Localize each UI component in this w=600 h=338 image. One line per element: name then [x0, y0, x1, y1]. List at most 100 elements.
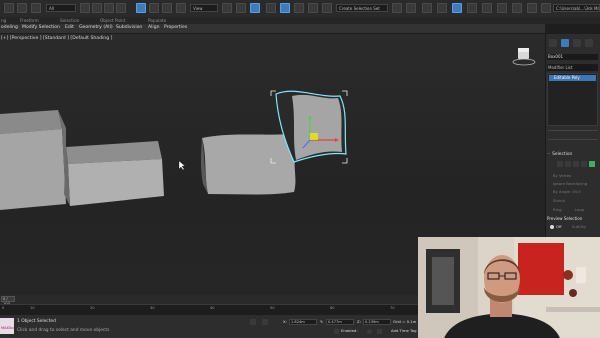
link-icon[interactable] [31, 3, 41, 13]
stack-item-editable-poly[interactable]: Editable Poly [549, 75, 596, 81]
schematic-view-icon[interactable] [482, 3, 492, 13]
reference-coordinate-dropdown[interactable]: View [190, 4, 218, 12]
script-icon[interactable] [334, 329, 339, 334]
select-rotate-icon[interactable] [149, 3, 159, 13]
shrink-button[interactable]: Shrink [553, 198, 565, 203]
time-tag-icon[interactable] [377, 329, 382, 334]
box-left-front [0, 129, 66, 210]
border-icon[interactable] [573, 161, 579, 167]
mirror-icon[interactable] [392, 3, 402, 13]
snaps-toggle-icon[interactable] [266, 3, 276, 13]
spinner-snap-icon[interactable] [308, 3, 318, 13]
hierarchy-tab-icon[interactable] [573, 39, 581, 47]
select-by-name-icon[interactable] [92, 3, 102, 13]
render-setup-icon[interactable] [512, 3, 522, 13]
pivot-center-icon[interactable] [222, 3, 232, 13]
option-by-vertex[interactable]: By Vertex [553, 173, 571, 178]
selection-filter-dropdown[interactable]: All [46, 4, 76, 12]
ribbon-section[interactable]: Object Paint [100, 18, 125, 23]
tick-label: 50 [270, 306, 275, 310]
ribbon-tab[interactable]: Properties [164, 25, 187, 30]
modify-tab-icon[interactable] [561, 39, 569, 47]
ribbon-tab[interactable]: Edit [65, 25, 74, 30]
align-icon[interactable] [406, 3, 416, 13]
ribbon-section[interactable]: Selection [60, 18, 79, 23]
maxscript-label: MAXScr [1, 326, 15, 330]
select-scale-icon[interactable] [162, 3, 172, 13]
curve-editor-icon[interactable] [467, 3, 477, 13]
rendered-frame-window-icon[interactable] [527, 3, 537, 13]
toggle-ribbon-icon[interactable] [452, 3, 462, 13]
tick-label: 10 [30, 306, 35, 310]
toggle-scene-explorer-icon[interactable] [422, 3, 432, 13]
angle-snap-icon[interactable] [280, 3, 290, 13]
selection-rollout-title: Selection [552, 152, 573, 157]
project-path-field[interactable]: C:\Users\ab\...\3ds Max [553, 4, 600, 12]
window-crossing-icon[interactable] [116, 3, 126, 13]
ribbon-tab[interactable]: Modify Selection [22, 25, 60, 30]
ribbon-section-labels: ng Freeform Selection Object Paint Popul… [0, 17, 600, 24]
object-name-field[interactable]: Box001 [547, 54, 598, 60]
tick-label: 30 [150, 306, 155, 310]
tick-label: 20 [90, 306, 95, 310]
z-coordinate-field[interactable]: 0.239m [363, 319, 391, 325]
create-tab-icon[interactable] [549, 39, 557, 47]
named-selection-set-dropdown[interactable]: Create Selection Set [336, 4, 388, 12]
time-slider-thumb[interactable]: 0 / 100 [1, 296, 15, 306]
vertex-icon[interactable] [557, 161, 563, 167]
edge-icon[interactable] [565, 161, 571, 167]
x-label: X: [283, 319, 287, 324]
preview-subobj-label[interactable]: SubObj [572, 224, 586, 229]
percent-snap-icon[interactable] [294, 3, 304, 13]
select-object-icon[interactable] [80, 3, 90, 13]
deformed-box [202, 134, 296, 195]
select-move-icon[interactable] [136, 3, 146, 13]
subobject-level-buttons [557, 161, 595, 168]
webcam-scene [418, 237, 600, 338]
x-coordinate-field[interactable]: 1.824m [289, 319, 317, 325]
loop-button[interactable]: Loop [575, 207, 584, 212]
ribbon-tab[interactable]: Geometry (All) [79, 25, 113, 30]
enabled-toggle[interactable] [367, 329, 372, 334]
stack-tools [548, 130, 598, 140]
undo-icon[interactable] [4, 3, 14, 13]
ribbon-section[interactable]: Populate [148, 18, 166, 23]
ribbon-section[interactable]: Freeform [20, 18, 39, 23]
preview-selection-label: Preview Selection [547, 216, 583, 221]
ring-button[interactable]: Ring [553, 207, 562, 212]
isolate-selection-icon[interactable] [250, 319, 256, 325]
redo-icon[interactable] [17, 3, 27, 13]
select-place-icon[interactable] [176, 3, 186, 13]
element-icon[interactable] [589, 161, 595, 167]
polygon-icon[interactable] [581, 161, 587, 167]
viewcube-icon [512, 48, 536, 66]
ribbon-tab[interactable]: odeling [1, 25, 18, 30]
motion-tab-icon[interactable] [585, 39, 593, 47]
selection-lock-icon[interactable] [262, 319, 268, 325]
ribbon-tab[interactable]: Align [148, 25, 160, 30]
option-ignore-backfacing[interactable]: Ignore Backfacing [553, 181, 587, 186]
preview-off-radio[interactable] [550, 225, 554, 229]
select-manipulate-icon[interactable] [236, 3, 246, 13]
render-production-icon[interactable] [541, 3, 551, 13]
ribbon-tab[interactable]: Subdivision [116, 25, 142, 30]
keyboard-shortcut-override-icon[interactable] [250, 3, 260, 13]
edit-named-selection-icon[interactable] [322, 3, 332, 13]
add-time-tag-button[interactable]: Add Time Tag [391, 328, 416, 333]
maxscript-listener[interactable]: MAXScr [0, 318, 15, 334]
y-coordinate-field[interactable]: 0.477m [326, 319, 354, 325]
toggle-layer-explorer-icon[interactable] [437, 3, 447, 13]
preview-off-label: Off [556, 224, 562, 229]
option-by-angle[interactable]: By Angle: 45.0 [553, 189, 581, 194]
tick-label: 60 [330, 306, 335, 310]
material-editor-icon[interactable] [497, 3, 507, 13]
tick-label: 0 [2, 306, 5, 310]
prompt-line: Click and drag to select and move object… [17, 328, 110, 333]
selection-rollout-header[interactable]: − Selection [547, 152, 598, 157]
z-label: Z: [357, 319, 361, 324]
main-toolbar: All View Create Selection Set C:\Users\a… [0, 0, 600, 17]
mouse-cursor-icon [178, 160, 186, 171]
red-wall-panel [518, 243, 564, 295]
modifier-list-dropdown[interactable]: Modifier List [547, 64, 598, 71]
rectangular-region-icon[interactable] [104, 3, 114, 13]
